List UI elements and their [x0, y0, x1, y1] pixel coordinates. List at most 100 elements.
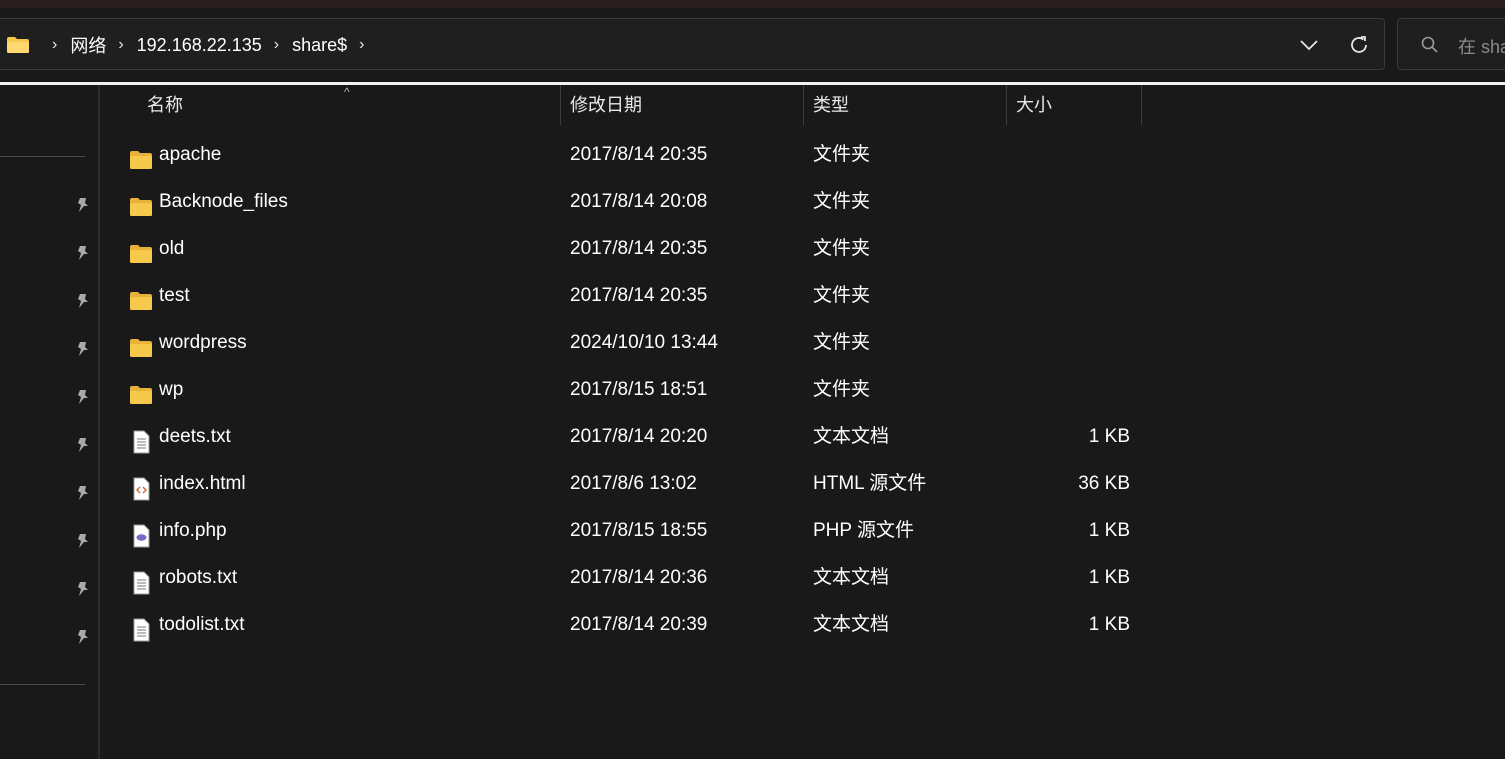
folder-icon — [129, 378, 153, 404]
pin-icon[interactable] — [74, 388, 92, 406]
file-row[interactable]: deets.txt 2017/8/14 20:20 文本文档 1 KB — [100, 413, 1505, 460]
breadcrumb-item-share[interactable]: share$ — [292, 35, 347, 56]
file-name: apache — [159, 144, 222, 165]
column-resizer[interactable] — [1141, 85, 1142, 125]
column-header-size[interactable]: 大小 — [1007, 85, 1141, 125]
file-name: index.html — [159, 473, 246, 494]
file-size — [1006, 131, 1130, 178]
nav-divider — [0, 684, 85, 685]
file-name: Backnode_files — [159, 191, 288, 212]
file-type: HTML 源文件 — [813, 473, 927, 494]
pin-icon[interactable] — [74, 244, 92, 262]
column-header: ^ 名称 修改日期 类型 大小 — [100, 85, 1505, 125]
breadcrumb: › 网络 › 192.168.22.135 › share$ › — [6, 19, 377, 71]
navigation-pane[interactable] — [0, 85, 98, 759]
file-size — [1006, 319, 1130, 366]
file-date: 2017/8/14 20:35 — [570, 144, 708, 165]
file-size — [1006, 366, 1130, 413]
file-row[interactable]: wordpress 2024/10/10 13:44 文件夹 — [100, 319, 1505, 366]
file-row[interactable]: Backnode_files 2017/8/14 20:08 文件夹 — [100, 178, 1505, 225]
file-row[interactable]: apache 2017/8/14 20:35 文件夹 — [100, 131, 1505, 178]
text-file-icon — [129, 566, 153, 595]
file-row[interactable]: info.php 2017/8/15 18:55 PHP 源文件 1 KB — [100, 507, 1505, 554]
file-type: 文本文档 — [813, 426, 890, 447]
file-size: 36 KB — [1078, 473, 1130, 494]
file-name: robots.txt — [159, 567, 238, 588]
pin-icon[interactable] — [74, 532, 92, 550]
refresh-icon — [1351, 36, 1367, 53]
file-row[interactable]: index.html 2017/8/6 13:02 HTML 源文件 36 KB — [100, 460, 1505, 507]
folder-icon — [129, 143, 153, 169]
pin-icon[interactable] — [74, 484, 92, 502]
file-date: 2017/8/14 20:08 — [570, 191, 708, 212]
file-date: 2024/10/10 13:44 — [570, 332, 718, 353]
file-size — [1006, 178, 1130, 225]
file-name: todolist.txt — [159, 614, 245, 635]
file-date: 2017/8/6 13:02 — [570, 473, 697, 494]
file-date: 2017/8/14 20:35 — [570, 285, 708, 306]
pin-icon[interactable] — [74, 196, 92, 214]
file-type: 文本文档 — [813, 567, 890, 588]
column-header-type[interactable]: 类型 — [804, 85, 1006, 125]
chevron-right-icon[interactable]: › — [359, 36, 364, 54]
file-date: 2017/8/15 18:51 — [570, 379, 708, 400]
file-row[interactable]: todolist.txt 2017/8/14 20:39 文本文档 1 KB — [100, 601, 1505, 648]
file-name: wp — [159, 379, 184, 400]
address-bar[interactable]: › 网络 › 192.168.22.135 › share$ › — [0, 18, 1385, 70]
file-size: 1 KB — [1088, 520, 1130, 541]
chevron-down-icon — [1300, 40, 1318, 51]
pin-icon[interactable] — [74, 292, 92, 310]
file-name: wordpress — [159, 332, 247, 353]
pin-icon[interactable] — [74, 436, 92, 454]
pin-icon[interactable] — [74, 628, 92, 646]
file-name: test — [159, 285, 190, 306]
chevron-right-icon[interactable]: › — [118, 36, 123, 54]
file-name: deets.txt — [159, 426, 231, 447]
pin-icon[interactable] — [74, 580, 92, 598]
folder-icon — [129, 237, 153, 263]
pin-icon[interactable] — [74, 340, 92, 358]
search-icon — [1421, 36, 1438, 53]
breadcrumb-item-network[interactable]: 网络 — [70, 32, 106, 58]
file-type: 文件夹 — [813, 379, 871, 400]
chevron-right-icon[interactable]: › — [52, 36, 57, 54]
file-row[interactable]: wp 2017/8/15 18:51 文件夹 — [100, 366, 1505, 413]
file-row[interactable]: old 2017/8/14 20:35 文件夹 — [100, 225, 1505, 272]
file-type: 文件夹 — [813, 238, 871, 259]
search-input[interactable]: 在 sha — [1397, 18, 1505, 70]
file-row[interactable]: robots.txt 2017/8/14 20:36 文本文档 1 KB — [100, 554, 1505, 601]
text-file-icon — [129, 425, 153, 454]
window-top-strip — [0, 0, 1505, 8]
file-date: 2017/8/15 18:55 — [570, 520, 708, 541]
folder-icon — [129, 331, 153, 357]
php-file-icon — [129, 519, 153, 548]
folder-icon — [129, 284, 153, 310]
file-date: 2017/8/14 20:39 — [570, 614, 708, 635]
file-name: old — [159, 238, 185, 259]
file-size: 1 KB — [1088, 426, 1130, 447]
file-size: 1 KB — [1088, 567, 1130, 588]
file-name: info.php — [159, 520, 227, 541]
folder-icon — [7, 37, 29, 53]
address-dropdown-button[interactable] — [1289, 19, 1329, 71]
file-size — [1006, 272, 1130, 319]
file-date: 2017/8/14 20:20 — [570, 426, 708, 447]
search-placeholder: 在 sha — [1458, 37, 1505, 57]
file-type: 文件夹 — [813, 144, 871, 165]
refresh-button[interactable] — [1339, 19, 1379, 71]
file-size: 1 KB — [1088, 614, 1130, 635]
file-row[interactable]: test 2017/8/14 20:35 文件夹 — [100, 272, 1505, 319]
text-file-icon — [129, 613, 153, 642]
folder-icon — [129, 190, 153, 216]
file-type: 文件夹 — [813, 332, 871, 353]
html-file-icon — [129, 472, 153, 501]
column-header-date[interactable]: 修改日期 — [561, 85, 803, 125]
file-type: 文件夹 — [813, 191, 871, 212]
column-header-name[interactable]: 名称 — [138, 85, 560, 125]
file-date: 2017/8/14 20:35 — [570, 238, 708, 259]
file-type: PHP 源文件 — [813, 520, 915, 541]
chevron-right-icon[interactable]: › — [274, 36, 279, 54]
file-date: 2017/8/14 20:36 — [570, 567, 708, 588]
file-type: 文件夹 — [813, 285, 871, 306]
breadcrumb-item-host[interactable]: 192.168.22.135 — [137, 35, 262, 56]
